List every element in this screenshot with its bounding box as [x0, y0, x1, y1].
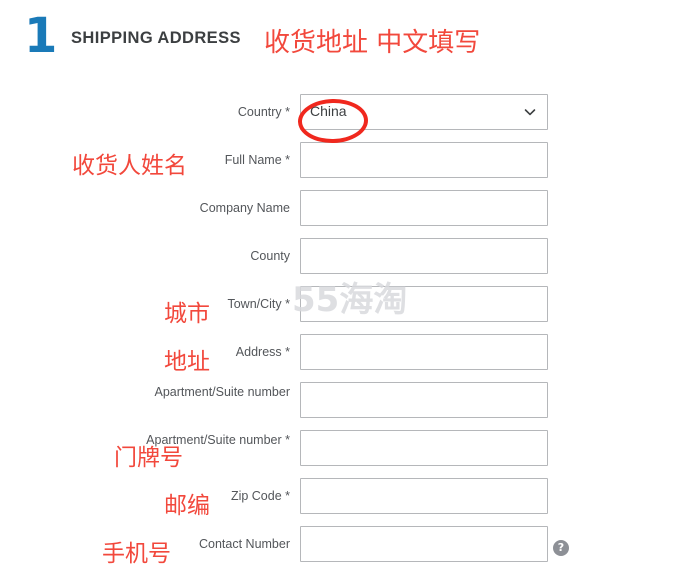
zip-code-input[interactable] [300, 478, 548, 514]
annotation-full-name: 收货人姓名 [72, 153, 187, 179]
county-input[interactable] [300, 238, 548, 274]
label-company-name: Company Name [199, 201, 290, 215]
annotation-apartment: 门牌号 [114, 445, 183, 471]
label-county: County [250, 249, 290, 263]
form-row-country: Country * China [0, 94, 682, 142]
form-row-address: Address * [0, 334, 682, 382]
annotation-zip-code: 邮编 [164, 493, 210, 519]
annotation-town-city: 城市 [164, 301, 210, 327]
header-annotation-chinese: 收货地址 中文填写 [264, 28, 481, 58]
form-row-company-name: Company Name [0, 190, 682, 238]
company-name-input[interactable] [300, 190, 548, 226]
form-row-apartment-1: Apartment/Suite number [0, 382, 682, 430]
apartment-suite-number-input-2[interactable] [300, 430, 548, 466]
page-title: SHIPPING ADDRESS [71, 29, 241, 47]
country-select[interactable]: China [300, 94, 548, 130]
contact-number-input[interactable] [300, 526, 548, 562]
full-name-input[interactable] [300, 142, 548, 178]
form-row-zip-code: Zip Code * [0, 478, 682, 526]
label-country: Country * [237, 105, 290, 119]
annotation-address: 地址 [164, 349, 210, 375]
site-watermark: 55海淘 [292, 280, 408, 320]
help-circle-icon[interactable]: ? [553, 540, 569, 556]
country-select-value: China [310, 103, 347, 119]
label-apartment-1: Apartment/Suite number [154, 385, 291, 399]
label-apartment-2: Apartment/Suite number * [146, 433, 290, 447]
chevron-down-icon [524, 106, 536, 118]
address-input[interactable] [300, 334, 548, 370]
form-row-apartment-2: Apartment/Suite number * [0, 430, 682, 478]
apartment-suite-number-input-1[interactable] [300, 382, 548, 418]
annotation-contact-number: 手机号 [102, 541, 171, 567]
step-number: 1 [24, 8, 58, 64]
section-header: 1 SHIPPING ADDRESS 收货地址 中文填写 [0, 0, 682, 78]
